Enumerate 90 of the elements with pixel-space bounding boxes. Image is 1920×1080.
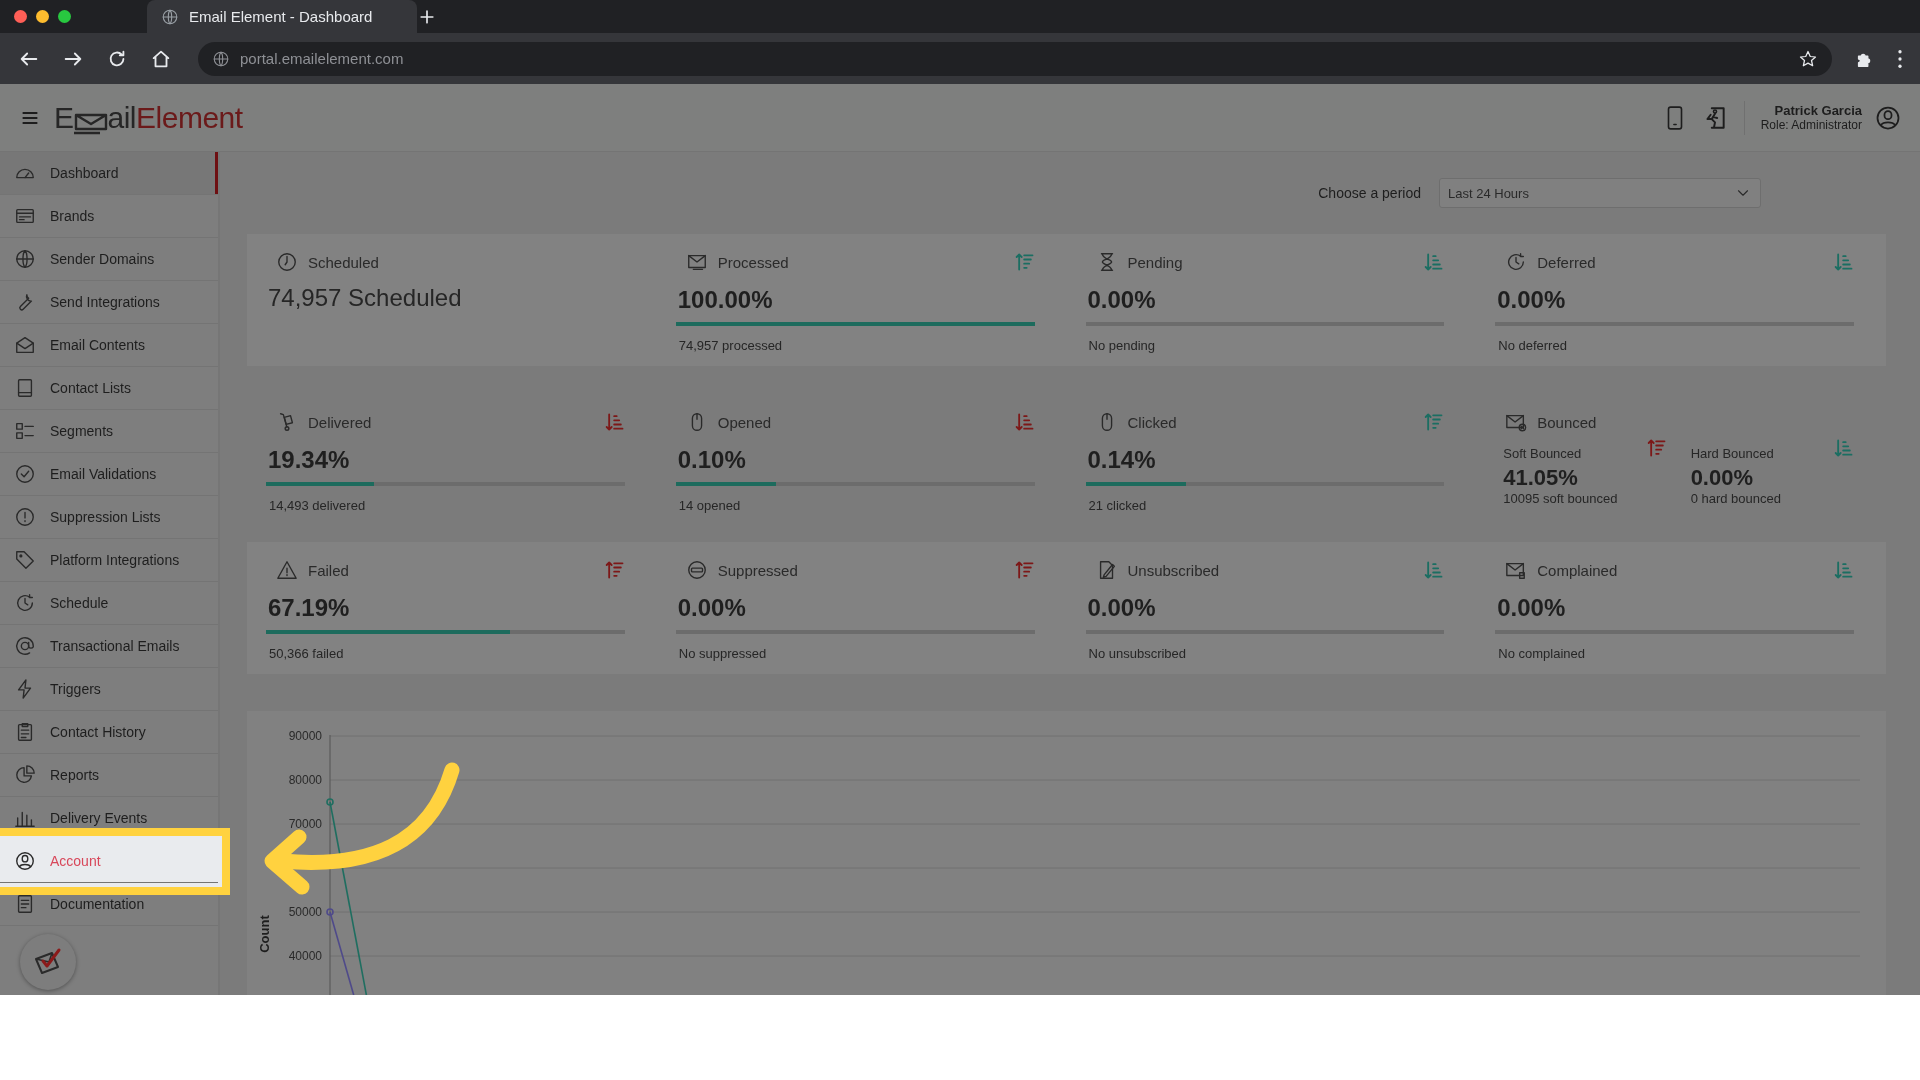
card-value: 0.00% <box>677 594 747 623</box>
globe-icon <box>161 7 179 26</box>
card-detail: No complained <box>1498 646 1586 661</box>
sidebar-item[interactable]: Platform Integrations <box>0 539 218 582</box>
star-icon <box>1798 48 1818 69</box>
card-value: 67.19% <box>268 594 351 623</box>
y-tick-label: 50000 <box>288 905 322 919</box>
card-value: 74,957 Scheduled <box>268 284 463 312</box>
card-detail: 14,493 delivered <box>269 498 367 513</box>
close-window-icon[interactable] <box>14 10 27 23</box>
card-subtitle: Soft Bounced <box>1503 446 1582 461</box>
card-title: Unsubscribed <box>1127 561 1221 579</box>
more-icon[interactable] <box>1898 49 1902 68</box>
y-tick-label: 40000 <box>288 949 322 963</box>
sidebar-item[interactable]: Contact Lists <box>0 367 218 410</box>
card-detail: 14 opened <box>678 498 742 513</box>
card-value: 100.00% <box>677 286 774 315</box>
period-select[interactable]: Last 24 Hours <box>1439 178 1761 208</box>
logo: E ailElement <box>54 100 243 135</box>
sidebar-item[interactable]: Dashboard <box>0 152 218 195</box>
clock-icon <box>276 251 298 273</box>
card-detail: No deferred <box>1498 338 1568 353</box>
tag-icon <box>14 549 36 571</box>
y-axis-label: Count <box>257 915 272 953</box>
card-title: Scheduled <box>308 253 380 271</box>
alert-icon <box>14 506 36 528</box>
card-value: 0.00% <box>1087 594 1157 623</box>
card-title: Bounced <box>1537 413 1598 431</box>
clock-icon <box>14 592 36 614</box>
card-title: Delivered <box>308 413 373 431</box>
card-value: 0.10% <box>677 446 747 475</box>
card-value: 0.00% <box>1087 286 1157 315</box>
at-sign-icon <box>14 635 36 657</box>
card-title: Complained <box>1537 561 1619 579</box>
sidebar-item[interactable]: Suppression Lists <box>0 496 218 539</box>
sidebar-item[interactable]: Documentation <box>0 883 218 926</box>
card-title: Processed <box>717 253 790 271</box>
period-label: Choose a period <box>1318 185 1421 201</box>
card-detail: 21 clicked <box>1088 498 1148 513</box>
no-entry-icon <box>685 559 708 581</box>
maximize-window-icon[interactable] <box>58 10 71 23</box>
sidebar-item[interactable]: Brands <box>0 195 218 238</box>
browser-tab[interactable]: Email Element - Dashboard <box>147 0 417 33</box>
card-detail: No pending <box>1088 338 1156 353</box>
card-detail: 0 hard bounced <box>1690 491 1782 506</box>
card-subtitle: Hard Bounced <box>1690 446 1774 461</box>
sidebar-item[interactable]: Email Contents <box>0 324 218 367</box>
card-title: Opened <box>717 413 773 431</box>
card-value: 0.00% <box>1497 594 1567 623</box>
card-value: 0.00% <box>1690 465 1754 491</box>
user-role: Role: Administrator <box>1760 117 1862 132</box>
card-title: Pending <box>1127 253 1184 271</box>
minimize-window-icon[interactable] <box>36 10 49 23</box>
card-detail: No suppressed <box>678 646 768 661</box>
card-title: Failed <box>308 561 350 579</box>
card-detail: No unsubscribed <box>1088 646 1188 661</box>
check-circle-icon <box>14 463 36 485</box>
card-value: 19.34% <box>268 446 351 475</box>
warning-icon <box>276 559 298 581</box>
tab-title: Email Element - Dashboard <box>189 8 373 25</box>
y-tick-label: 70000 <box>288 817 322 831</box>
sidebar-item[interactable]: Segments <box>0 410 218 453</box>
sidebar-item[interactable]: Transactional Emails <box>0 625 218 668</box>
sidebar-item[interactable]: Schedule <box>0 582 218 625</box>
card-value: 0.14% <box>1087 446 1157 475</box>
pie-chart-icon <box>14 764 36 786</box>
sidebar-item[interactable]: Triggers <box>0 668 218 711</box>
sidebar-item[interactable]: Sender Domains <box>0 238 218 281</box>
list-icon <box>14 420 36 442</box>
card-title: Deferred <box>1537 253 1597 271</box>
card-detail: 50,366 failed <box>269 646 345 661</box>
envelope-check-icon <box>33 947 63 977</box>
y-tick-label: 80000 <box>288 773 322 787</box>
sidebar-item[interactable]: Send Integrations <box>0 281 218 324</box>
sidebar-item[interactable]: Contact History <box>0 711 218 754</box>
user-icon <box>14 850 36 872</box>
globe-icon <box>212 49 230 68</box>
sidebar-item[interactable]: Email Validations <box>0 453 218 496</box>
sidebar-item[interactable]: Reports <box>0 754 218 797</box>
card-title: Clicked <box>1127 413 1178 431</box>
globe-icon <box>14 248 36 270</box>
card-detail: 10095 soft bounced <box>1503 491 1619 506</box>
user-name: Patrick Garcia <box>1774 103 1862 118</box>
card-title: Suppressed <box>717 561 799 579</box>
y-tick-label: 90000 <box>288 729 322 743</box>
card-value: 41.05% <box>1503 465 1579 491</box>
address-bar[interactable]: portal.emailelement.com <box>198 41 1832 76</box>
envelope-icon <box>14 334 36 356</box>
card-detail: 74,957 processed <box>678 338 784 353</box>
card-value: 0.00% <box>1497 286 1567 315</box>
